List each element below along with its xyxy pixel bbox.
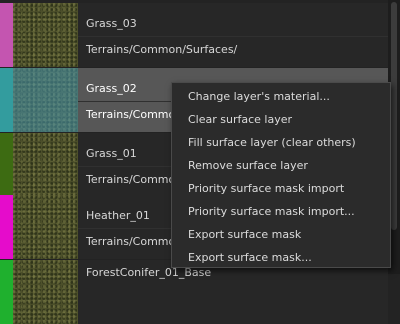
menu-item-change-material[interactable]: Change layer's material... — [172, 85, 390, 108]
menu-item-priority-mask-import[interactable]: Priority surface mask import — [172, 177, 390, 200]
layer-row-grass-03[interactable]: Grass_03 Terrains/Common/Surfaces/ — [0, 3, 388, 67]
layer-color-swatch — [0, 195, 13, 259]
menu-item-export-surface-mask[interactable]: Export surface mask — [172, 223, 390, 246]
menu-item-priority-mask-import-dialog[interactable]: Priority surface mask import... — [172, 200, 390, 223]
layer-name: Grass_01 — [86, 147, 137, 160]
row-separator — [78, 36, 388, 37]
layer-color-swatch — [0, 133, 13, 197]
layer-color-swatch — [0, 3, 13, 67]
layer-material-thumbnail — [13, 3, 78, 67]
layer-material-thumbnail — [13, 260, 78, 324]
menu-item-export-surface-mask-dialog[interactable]: Export surface mask... — [172, 246, 390, 269]
layer-name: Grass_03 — [86, 17, 137, 30]
selection-highlight — [0, 68, 78, 132]
layer-path: Terrains/Common/Surfaces/ — [86, 43, 238, 56]
layer-context-menu: Change layer's material... Clear surface… — [171, 82, 391, 268]
layer-row-forestconifer-01-base[interactable]: ForestConifer_01_Base — [0, 260, 388, 324]
layer-name: Grass_02 — [86, 82, 137, 95]
menu-item-fill-surface-layer[interactable]: Fill surface layer (clear others) — [172, 131, 390, 154]
layer-material-thumbnail — [13, 133, 78, 197]
menu-item-remove-surface-layer[interactable]: Remove surface layer — [172, 154, 390, 177]
menu-item-clear-surface-layer[interactable]: Clear surface layer — [172, 108, 390, 131]
layer-material-thumbnail — [13, 195, 78, 259]
layer-color-swatch — [0, 260, 13, 324]
layer-name: Heather_01 — [86, 209, 150, 222]
scrollbar-thumb[interactable] — [391, 2, 397, 230]
